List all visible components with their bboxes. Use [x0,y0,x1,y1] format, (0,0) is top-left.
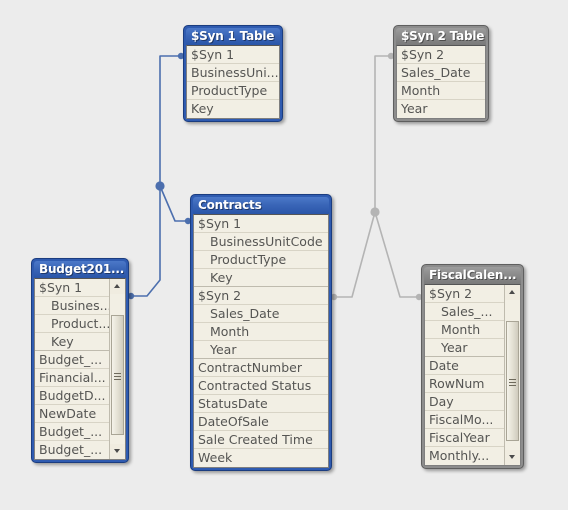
table-title-fiscalcalendar[interactable]: FiscalCalen... [424,267,521,284]
field-row[interactable]: Year [397,100,485,118]
field-row[interactable]: BusinessUni... [187,64,279,82]
field-row[interactable]: $Syn 1 [194,215,328,233]
scrollbar-fiscalcalendar[interactable] [504,285,520,465]
data-model-canvas[interactable]: $Syn 1 Table $Syn 1 BusinessUni... ProductT… [0,0,568,510]
table-box-syn1table[interactable]: $Syn 1 Table $Syn 1 BusinessUni... ProductT… [183,25,283,122]
field-row[interactable]: Busines... [35,297,109,315]
relationship-link-syn2-junction-to-fiscal[interactable] [374,211,419,298]
field-row[interactable]: Key [194,269,328,287]
relationship-link-contracts-to-syn2-junction[interactable] [334,211,376,298]
scrollbar-thumb[interactable] [111,315,124,435]
table-fields-syn1table: $Syn 1 BusinessUni... ProductType Key [186,45,280,119]
scroll-up-arrow-icon[interactable] [110,279,125,294]
relationship-link-syn1-junction-up[interactable] [159,55,181,186]
field-row[interactable]: Year [425,339,504,357]
field-list-syn1table: $Syn 1 BusinessUni... ProductType Key [187,46,279,118]
table-box-budget2015[interactable]: Budget201... $Syn 1 Busines... Product... Ke… [31,258,129,463]
scrollbar-thumb[interactable] [506,321,519,441]
scrollbar-grip-icon [114,373,121,380]
scroll-down-arrow-icon[interactable] [110,444,125,459]
table-fields-fiscalcalendar: $Syn 2 Sales_... Month Year Date RowNum Day Fis… [424,284,521,466]
relationship-link-budget-to-syn1table[interactable] [131,186,161,297]
field-row[interactable]: StatusDate [194,395,328,413]
table-title-syn1table[interactable]: $Syn 1 Table [186,28,280,45]
field-row[interactable]: Sales_... [425,303,504,321]
field-row[interactable]: Financial... [35,369,109,387]
field-list-syn2table: $Syn 2 Sales_Date Month Year [397,46,485,118]
table-title-syn2table[interactable]: $Syn 2 Table [396,28,486,45]
field-list-budget2015: $Syn 1 Busines... Product... Key Budget_... F… [35,279,109,459]
table-title-contracts[interactable]: Contracts [193,197,329,214]
field-row[interactable]: Budget_... [35,423,109,441]
field-row[interactable]: FiscalYear [425,429,504,447]
field-row[interactable]: Key [35,333,109,351]
relationship-link-syn2-junction-up[interactable] [374,55,391,212]
relationship-link-syn1-junction-to-contracts[interactable] [159,185,188,222]
field-row[interactable]: Month [425,321,504,339]
field-row[interactable]: Contracted Status [194,377,328,395]
field-row[interactable]: Monthly... [425,447,504,465]
field-row[interactable]: Product... [35,315,109,333]
field-row[interactable]: DateOfSale [194,413,328,431]
field-row[interactable]: Year [194,341,328,359]
field-row[interactable]: $Syn 1 [35,279,109,297]
field-row[interactable]: Week [194,449,328,467]
field-row[interactable]: FiscalMo... [425,411,504,429]
field-row[interactable]: Day [425,393,504,411]
table-box-fiscalcalendar[interactable]: FiscalCalen... $Syn 2 Sales_... Month Year Da… [421,264,524,469]
field-row[interactable]: $Syn 2 [425,285,504,303]
table-box-syn2table[interactable]: $Syn 2 Table $Syn 2 Sales_Date Month Year [393,25,489,122]
field-row[interactable]: RowNum [425,375,504,393]
table-box-contracts[interactable]: Contracts $Syn 1 BusinessUnitCode ProductTy… [190,194,332,471]
field-row[interactable]: ContractNumber [194,359,328,377]
link-junction-node [370,207,380,217]
table-fields-budget2015: $Syn 1 Busines... Product... Key Budget_... F… [34,278,126,460]
field-row[interactable]: Budget_... [35,441,109,459]
field-row[interactable]: ProductType [194,251,328,269]
field-row[interactable]: Date [425,357,504,375]
scroll-up-arrow-icon[interactable] [505,285,520,300]
scrollbar-grip-icon [509,379,516,386]
field-row[interactable]: Key [187,100,279,118]
field-row[interactable]: $Syn 1 [187,46,279,64]
field-list-fiscalcalendar: $Syn 2 Sales_... Month Year Date RowNum Day Fis… [425,285,504,465]
field-row[interactable]: BudgetD... [35,387,109,405]
field-row[interactable]: Sales_Date [397,64,485,82]
field-row[interactable]: $Syn 2 [397,46,485,64]
field-row[interactable]: BusinessUnitCode [194,233,328,251]
field-row[interactable]: ProductType [187,82,279,100]
field-row[interactable]: Sales_Date [194,305,328,323]
field-list-contracts: $Syn 1 BusinessUnitCode ProductType Key $Syn… [194,215,328,467]
scroll-down-arrow-icon[interactable] [505,450,520,465]
table-fields-contracts: $Syn 1 BusinessUnitCode ProductType Key $Syn… [193,214,329,468]
field-row[interactable]: Sale Created Time [194,431,328,449]
field-row[interactable]: NewDate [35,405,109,423]
link-junction-node [155,181,165,191]
scrollbar-budget2015[interactable] [109,279,125,459]
field-row[interactable]: Budget_... [35,351,109,369]
field-row[interactable]: Month [194,323,328,341]
field-row[interactable]: $Syn 2 [194,287,328,305]
field-row[interactable]: Month [397,82,485,100]
table-title-budget2015[interactable]: Budget201... [34,261,126,278]
table-fields-syn2table: $Syn 2 Sales_Date Month Year [396,45,486,119]
